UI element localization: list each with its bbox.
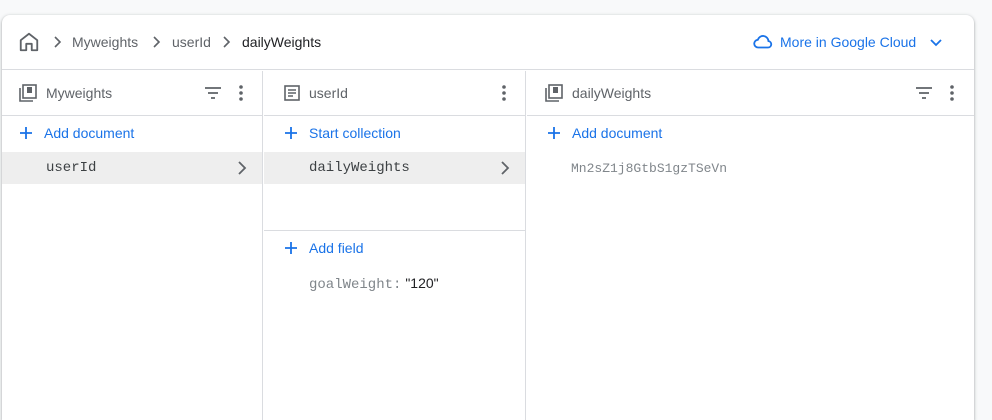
collection-item-label: dailyWeights [309, 160, 410, 176]
plus-icon [548, 127, 560, 139]
more-options-icon[interactable] [942, 83, 962, 103]
plus-icon [285, 242, 297, 254]
add-field-button[interactable]: Add field [264, 231, 525, 265]
more-options-icon[interactable] [494, 83, 514, 103]
chevron-right-icon [153, 36, 161, 48]
column-title: Myweights [46, 85, 113, 101]
home-icon[interactable] [18, 31, 40, 53]
column-header: Myweights [2, 71, 262, 116]
column-header: dailyWeights [527, 71, 974, 116]
collection-item-dailyweights[interactable]: dailyWeights [264, 152, 525, 184]
chevron-right-icon [223, 36, 231, 48]
collection-column-dailyweights: dailyWeights Add document Mn2sZ1j8GtbS1g… [527, 71, 974, 420]
add-document-button[interactable]: Add document [527, 116, 974, 150]
filter-icon[interactable] [914, 83, 934, 103]
document-item-id[interactable]: Mn2sZ1j8GtbS1gzTSeVn [571, 161, 727, 177]
collection-icon [545, 84, 563, 102]
breadcrumb-item-userid[interactable]: userId [172, 33, 211, 51]
column-header: userId [264, 71, 525, 116]
add-document-button[interactable]: Add document [2, 116, 262, 150]
document-item-label: userId [46, 160, 97, 176]
cloud-icon [753, 35, 773, 49]
start-collection-label: Start collection [309, 125, 401, 141]
column-title: userId [309, 85, 348, 101]
firestore-data-panel: Myweights userId dailyWeights More in Go… [2, 15, 974, 420]
document-column-userid: userId Start collection dailyWeights Add… [264, 71, 526, 420]
plus-icon [20, 127, 32, 139]
column-title: dailyWeights [572, 85, 652, 101]
collection-icon [19, 84, 37, 102]
chevron-right-icon [501, 161, 510, 175]
plus-icon [285, 127, 297, 139]
more-in-google-cloud-button[interactable]: More in Google Cloud [752, 30, 944, 54]
field-value: "120" [405, 275, 439, 291]
more-options-icon[interactable] [231, 83, 251, 103]
chevron-right-icon [54, 36, 62, 48]
breadcrumb-item-dailyweights[interactable]: dailyWeights [242, 33, 321, 51]
add-document-label: Add document [44, 125, 135, 141]
document-item-userid[interactable]: userId [2, 152, 262, 184]
breadcrumb-bar: Myweights userId dailyWeights More in Go… [2, 15, 974, 70]
collection-column-myweights: Myweights Add document userId [2, 71, 263, 420]
add-field-label: Add field [309, 240, 364, 256]
add-document-label: Add document [572, 125, 663, 141]
chevron-down-icon [930, 39, 942, 47]
chevron-right-icon [238, 161, 247, 175]
breadcrumb-item-myweights[interactable]: Myweights [72, 33, 138, 51]
document-icon [284, 85, 300, 101]
start-collection-button[interactable]: Start collection [264, 116, 525, 150]
more-in-google-cloud-label: More in Google Cloud [780, 34, 917, 50]
field-row-goalweight[interactable]: goalWeight: "120" [309, 274, 439, 294]
field-key: goalWeight: [309, 277, 402, 293]
filter-icon[interactable] [203, 83, 223, 103]
